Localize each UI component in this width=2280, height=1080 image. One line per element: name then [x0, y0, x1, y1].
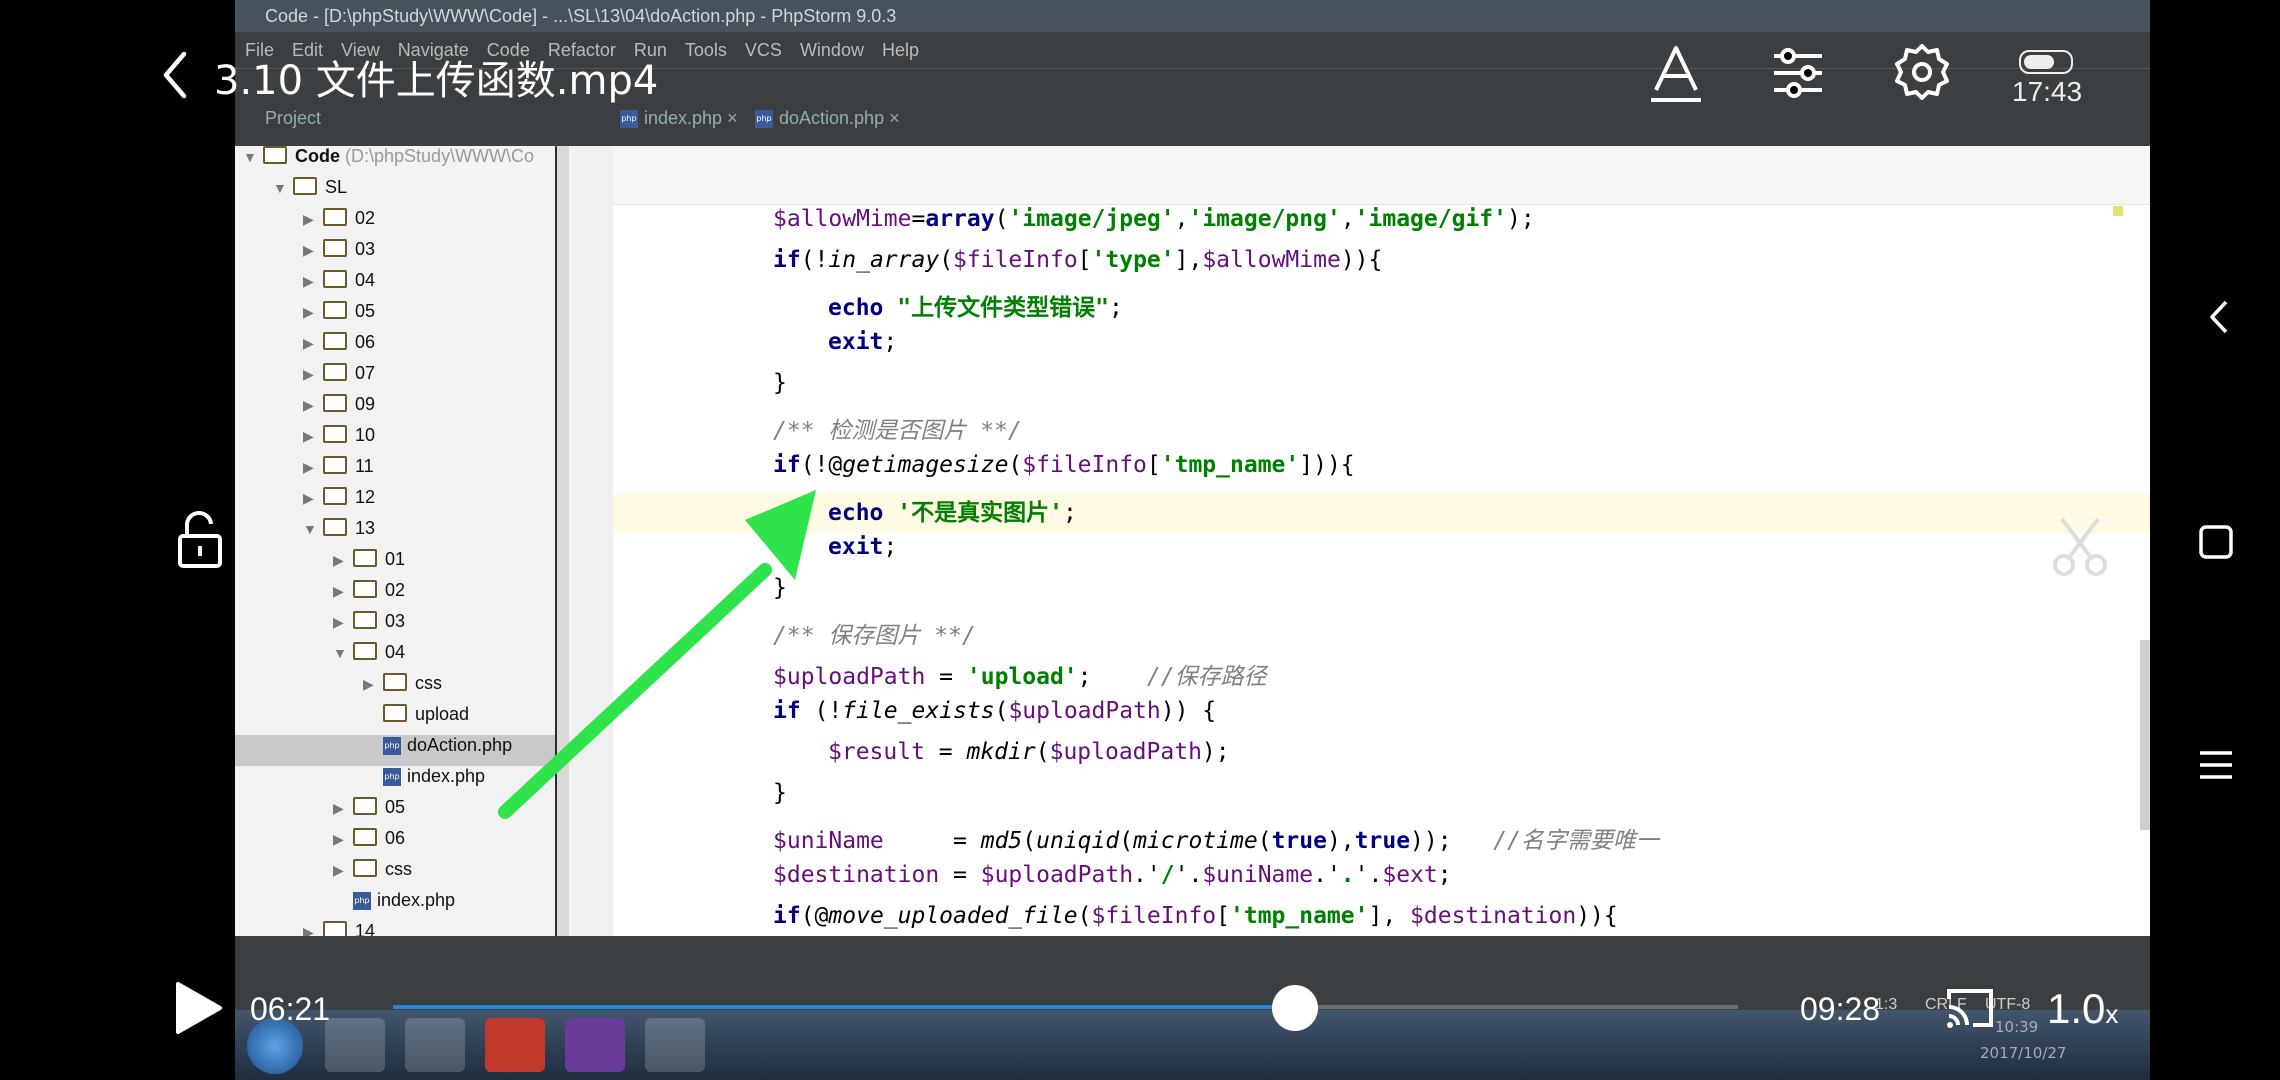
speed-button[interactable]: 1.0x — [2047, 985, 2118, 1033]
cast-icon[interactable] — [1945, 985, 1995, 1031]
back-chevron-icon[interactable] — [160, 48, 190, 102]
video-title: 3.10 文件上传函数.mp4 — [214, 58, 659, 104]
lock-icon[interactable] — [175, 510, 225, 570]
nav-back-icon[interactable] — [2200, 290, 2240, 345]
seek-bar-progress — [393, 1005, 1295, 1009]
gear-icon[interactable] — [1892, 40, 1952, 106]
battery-icon — [2019, 50, 2073, 74]
play-icon[interactable] — [172, 980, 224, 1036]
scissors-icon[interactable] — [2048, 515, 2112, 579]
current-time: 06:21 — [250, 991, 331, 1027]
nav-home-icon[interactable] — [2196, 522, 2236, 562]
text-style-icon[interactable] — [1646, 40, 1706, 106]
clock: 17:43 — [2012, 76, 2083, 107]
battery-level — [2024, 55, 2054, 69]
green-arrow-annotation — [498, 490, 816, 819]
speed-value: 1.0 — [2047, 985, 2106, 1032]
speed-suffix: x — [2105, 999, 2119, 1029]
nav-menu-icon[interactable] — [2196, 745, 2236, 785]
video-frame[interactable]: Code - [D:\phpStudy\WWW\Code] - ...\SL\1… — [235, 0, 2150, 1080]
sliders-icon[interactable] — [1768, 40, 1828, 106]
seek-bar[interactable] — [393, 1005, 1738, 1009]
seek-thumb[interactable] — [1271, 985, 1318, 1031]
total-time: 09:28 — [1800, 991, 1881, 1027]
